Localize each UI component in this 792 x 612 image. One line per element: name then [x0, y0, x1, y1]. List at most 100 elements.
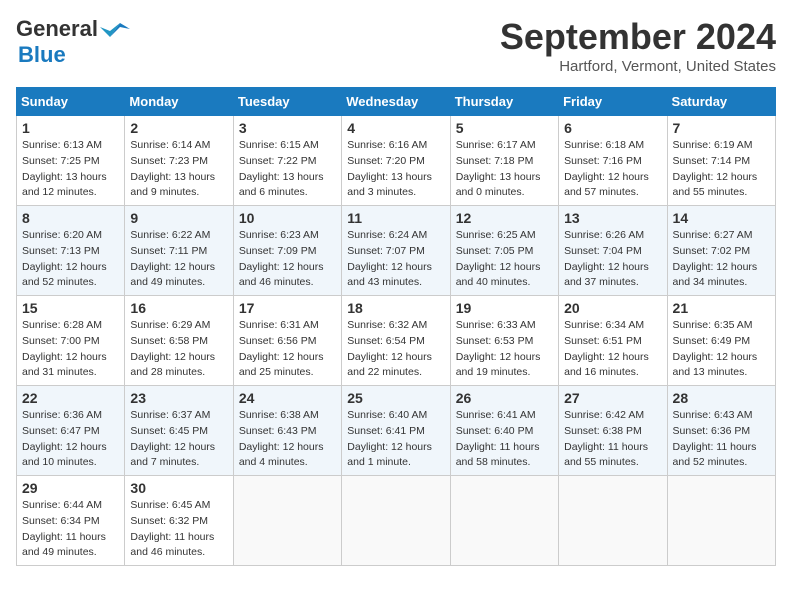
day-number: 7 — [673, 120, 770, 136]
day-number: 10 — [239, 210, 336, 226]
day-info: Sunrise: 6:19 AMSunset: 7:14 PMDaylight:… — [673, 138, 770, 201]
day-number: 28 — [673, 390, 770, 406]
calendar-cell: 21Sunrise: 6:35 AMSunset: 6:49 PMDayligh… — [667, 296, 775, 386]
day-number: 27 — [564, 390, 661, 406]
day-info: Sunrise: 6:25 AMSunset: 7:05 PMDaylight:… — [456, 228, 553, 291]
day-number: 18 — [347, 300, 444, 316]
calendar-cell: 17 Sunrise: 6:31 AMSunset: 6:56 PMDayligh… — [233, 296, 341, 386]
day-number: 8 — [22, 210, 119, 226]
calendar-cell: 10 Sunrise: 6:23 AMSunset: 7:09 PMDayligh… — [233, 206, 341, 296]
day-number: 5 — [456, 120, 553, 136]
calendar-cell: 3 Sunrise: 6:15 AMSunset: 7:22 PMDaylight… — [233, 116, 341, 206]
calendar-cell: 2 Sunrise: 6:14 AMSunset: 7:23 PMDaylight… — [125, 116, 233, 206]
calendar-week-row: 22 Sunrise: 6:36 AMSunset: 6:47 PMDayligh… — [17, 386, 776, 476]
calendar-cell: 27 Sunrise: 6:42 AMSunset: 6:38 PMDayligh… — [559, 386, 667, 476]
day-info: Sunrise: 6:26 AMSunset: 7:04 PMDaylight:… — [564, 228, 661, 291]
calendar-cell — [342, 476, 450, 566]
day-info: Sunrise: 6:42 AMSunset: 6:38 PMDaylight:… — [564, 408, 661, 471]
day-number: 6 — [564, 120, 661, 136]
day-info: Sunrise: 6:14 AMSunset: 7:23 PMDaylight:… — [130, 138, 227, 201]
logo-bird-icon — [100, 19, 130, 39]
day-info: Sunrise: 6:28 AMSunset: 7:00 PMDaylight:… — [22, 318, 119, 381]
day-number: 21 — [673, 300, 770, 316]
calendar-cell — [559, 476, 667, 566]
calendar-cell: 7 Sunrise: 6:19 AMSunset: 7:14 PMDaylight… — [667, 116, 775, 206]
day-info: Sunrise: 6:34 AMSunset: 6:51 PMDaylight:… — [564, 318, 661, 381]
calendar-cell: 4Sunrise: 6:16 AMSunset: 7:20 PMDaylight… — [342, 116, 450, 206]
calendar-week-row: 15 Sunrise: 6:28 AMSunset: 7:00 PMDayligh… — [17, 296, 776, 386]
day-number: 1 — [22, 120, 119, 136]
day-number: 14 — [673, 210, 770, 226]
calendar-cell: 19 Sunrise: 6:33 AMSunset: 6:53 PMDayligh… — [450, 296, 558, 386]
header-day-monday: Monday — [125, 88, 233, 116]
calendar-cell: 22 Sunrise: 6:36 AMSunset: 6:47 PMDayligh… — [17, 386, 125, 476]
day-info: Sunrise: 6:36 AMSunset: 6:47 PMDaylight:… — [22, 408, 119, 471]
day-info: Sunrise: 6:32 AMSunset: 6:54 PMDaylight:… — [347, 318, 444, 381]
day-number: 13 — [564, 210, 661, 226]
logo: General Blue — [16, 16, 130, 68]
day-info: Sunrise: 6:44 AMSunset: 6:34 PMDaylight:… — [22, 498, 119, 561]
day-number: 20 — [564, 300, 661, 316]
day-info: Sunrise: 6:23 AMSunset: 7:09 PMDaylight:… — [239, 228, 336, 291]
calendar-cell — [450, 476, 558, 566]
day-info: Sunrise: 6:37 AMSunset: 6:45 PMDaylight:… — [130, 408, 227, 471]
day-number: 16 — [130, 300, 227, 316]
day-number: 17 — [239, 300, 336, 316]
day-info: Sunrise: 6:41 AMSunset: 6:40 PMDaylight:… — [456, 408, 553, 471]
day-info: Sunrise: 6:31 AMSunset: 6:56 PMDaylight:… — [239, 318, 336, 381]
day-info: Sunrise: 6:18 AMSunset: 7:16 PMDaylight:… — [564, 138, 661, 201]
day-info: Sunrise: 6:29 AMSunset: 6:58 PMDaylight:… — [130, 318, 227, 381]
header-day-wednesday: Wednesday — [342, 88, 450, 116]
day-number: 2 — [130, 120, 227, 136]
calendar-cell: 15 Sunrise: 6:28 AMSunset: 7:00 PMDayligh… — [17, 296, 125, 386]
calendar-cell: 6 Sunrise: 6:18 AMSunset: 7:16 PMDaylight… — [559, 116, 667, 206]
calendar-cell — [233, 476, 341, 566]
header-day-friday: Friday — [559, 88, 667, 116]
day-number: 4 — [347, 120, 444, 136]
day-info: Sunrise: 6:13 AMSunset: 7:25 PMDaylight:… — [22, 138, 119, 201]
page-header: General Blue September 2024 Hartford, Ve… — [16, 16, 776, 75]
calendar-cell: 20 Sunrise: 6:34 AMSunset: 6:51 PMDayligh… — [559, 296, 667, 386]
day-number: 12 — [456, 210, 553, 226]
day-info: Sunrise: 6:20 AMSunset: 7:13 PMDaylight:… — [22, 228, 119, 291]
day-number: 3 — [239, 120, 336, 136]
day-info: Sunrise: 6:43 AMSunset: 6:36 PMDaylight:… — [673, 408, 770, 471]
calendar-cell: 29 Sunrise: 6:44 AMSunset: 6:34 PMDayligh… — [17, 476, 125, 566]
calendar-cell: 11Sunrise: 6:24 AMSunset: 7:07 PMDayligh… — [342, 206, 450, 296]
calendar-cell: 25 Sunrise: 6:40 AMSunset: 6:41 PMDayligh… — [342, 386, 450, 476]
calendar-table: SundayMondayTuesdayWednesdayThursdayFrid… — [16, 87, 776, 566]
day-number: 15 — [22, 300, 119, 316]
calendar-week-row: 8 Sunrise: 6:20 AMSunset: 7:13 PMDaylight… — [17, 206, 776, 296]
day-info: Sunrise: 6:22 AMSunset: 7:11 PMDaylight:… — [130, 228, 227, 291]
logo-blue: Blue — [18, 42, 130, 68]
calendar-cell — [667, 476, 775, 566]
calendar-cell: 13 Sunrise: 6:26 AMSunset: 7:04 PMDayligh… — [559, 206, 667, 296]
header-day-saturday: Saturday — [667, 88, 775, 116]
calendar-cell: 9Sunrise: 6:22 AMSunset: 7:11 PMDaylight… — [125, 206, 233, 296]
day-info: Sunrise: 6:17 AMSunset: 7:18 PMDaylight:… — [456, 138, 553, 201]
day-info: Sunrise: 6:33 AMSunset: 6:53 PMDaylight:… — [456, 318, 553, 381]
calendar-cell: 16 Sunrise: 6:29 AMSunset: 6:58 PMDayligh… — [125, 296, 233, 386]
day-number: 30 — [130, 480, 227, 496]
day-number: 24 — [239, 390, 336, 406]
calendar-cell: 5 Sunrise: 6:17 AMSunset: 7:18 PMDaylight… — [450, 116, 558, 206]
header-day-tuesday: Tuesday — [233, 88, 341, 116]
location-title: Hartford, Vermont, United States — [500, 58, 776, 75]
day-number: 19 — [456, 300, 553, 316]
day-info: Sunrise: 6:15 AMSunset: 7:22 PMDaylight:… — [239, 138, 336, 201]
calendar-cell: 12 Sunrise: 6:25 AMSunset: 7:05 PMDayligh… — [450, 206, 558, 296]
day-number: 29 — [22, 480, 119, 496]
calendar-week-row: 29 Sunrise: 6:44 AMSunset: 6:34 PMDayligh… — [17, 476, 776, 566]
day-info: Sunrise: 6:24 AMSunset: 7:07 PMDaylight:… — [347, 228, 444, 291]
calendar-cell: 8 Sunrise: 6:20 AMSunset: 7:13 PMDaylight… — [17, 206, 125, 296]
day-info: Sunrise: 6:40 AMSunset: 6:41 PMDaylight:… — [347, 408, 444, 471]
calendar-cell: 26Sunrise: 6:41 AMSunset: 6:40 PMDayligh… — [450, 386, 558, 476]
day-number: 22 — [22, 390, 119, 406]
calendar-cell: 28 Sunrise: 6:43 AMSunset: 6:36 PMDayligh… — [667, 386, 775, 476]
logo-general: General — [16, 16, 98, 42]
calendar-cell: 14Sunrise: 6:27 AMSunset: 7:02 PMDayligh… — [667, 206, 775, 296]
day-info: Sunrise: 6:38 AMSunset: 6:43 PMDaylight:… — [239, 408, 336, 471]
day-number: 25 — [347, 390, 444, 406]
title-block: September 2024 Hartford, Vermont, United… — [500, 16, 776, 75]
month-title: September 2024 — [500, 16, 776, 58]
